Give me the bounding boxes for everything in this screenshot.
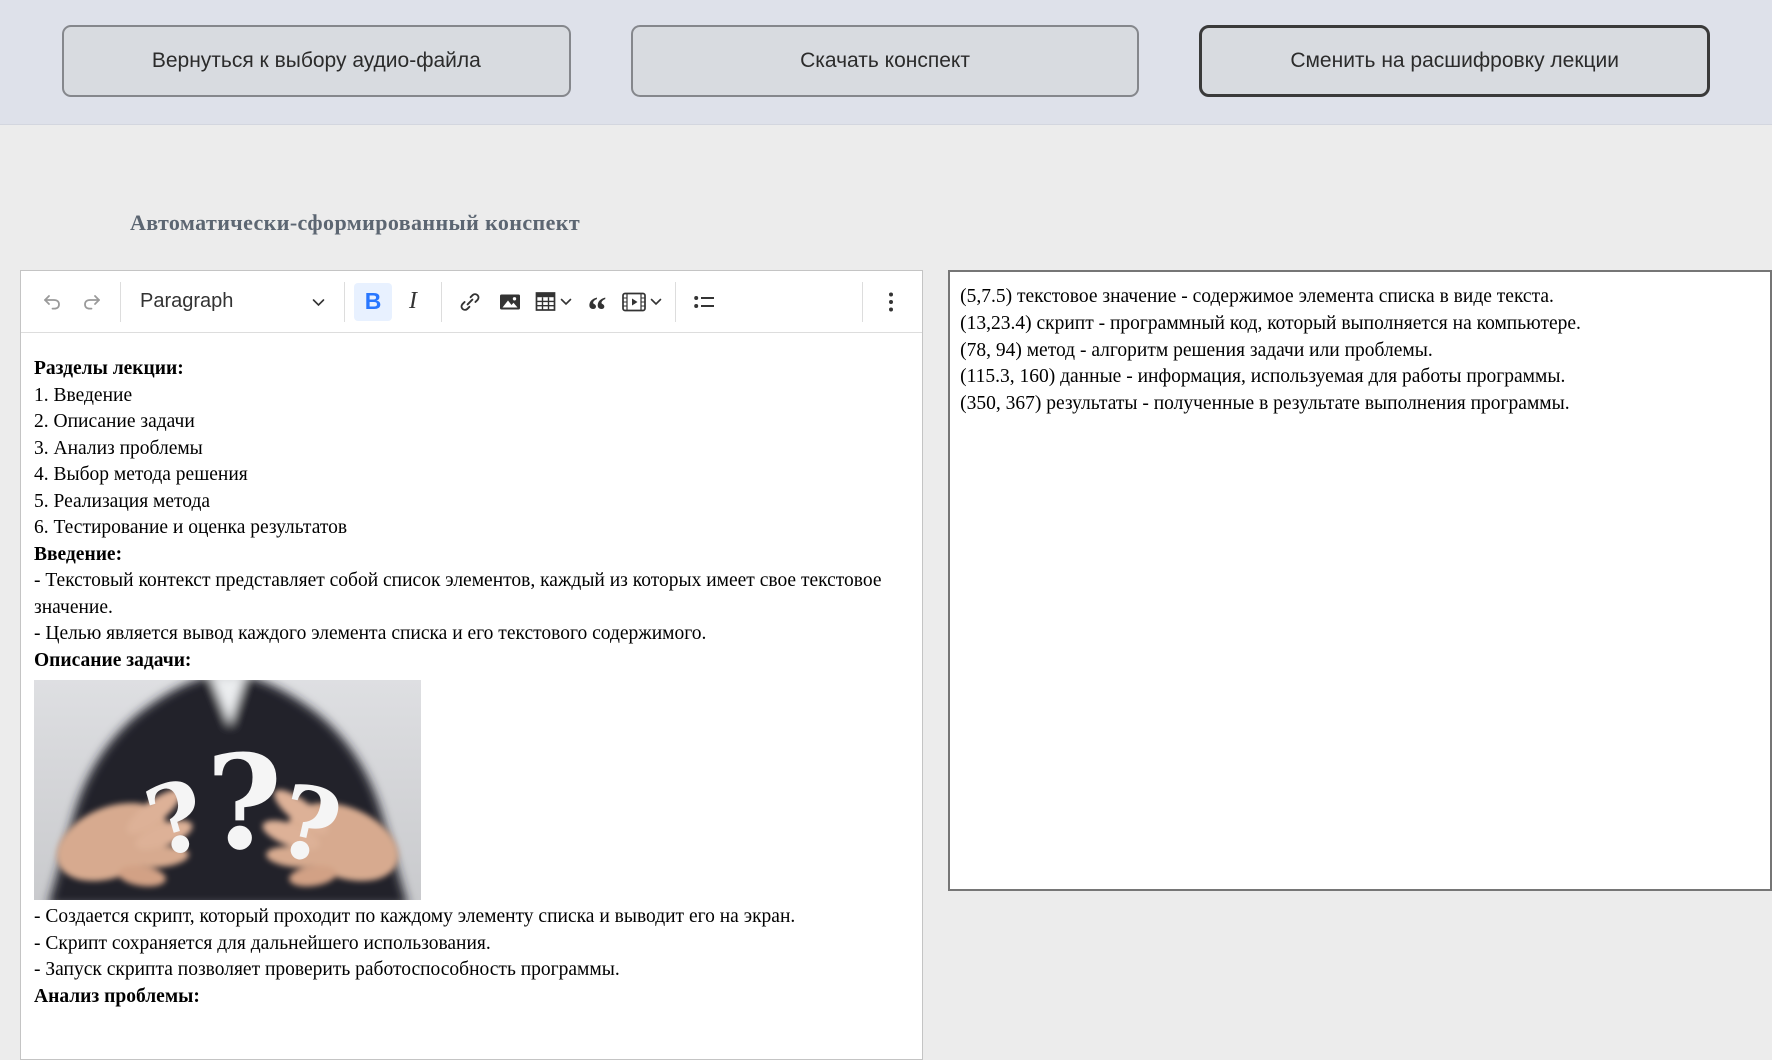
table-chevron-icon[interactable] — [560, 298, 572, 306]
page-title: Автоматически-сформированный конспект — [130, 210, 581, 235]
editor-line: 2. Описание задачи — [34, 411, 195, 432]
editor-line: - Целью является вывод каждого элемента … — [34, 623, 707, 644]
editor-line: - Создается скрипт, который проходит по … — [34, 906, 796, 927]
toolbar-divider — [344, 281, 345, 322]
paragraph-style-dropdown[interactable]: Paragraph — [130, 282, 335, 322]
paragraph-style-label: Paragraph — [140, 290, 234, 312]
content-image-question-marks: ? ? ? — [34, 680, 421, 900]
transcript-textarea[interactable]: (5,7.5) текстовое значение - содержимое … — [948, 270, 1772, 891]
editor-toolbar: Paragraph B I “ — [21, 271, 923, 333]
toolbar-divider — [862, 281, 864, 322]
editor-line: 4. Выбор метода решения — [34, 464, 248, 485]
editor-line: 1. Введение — [34, 384, 133, 406]
link-icon[interactable] — [451, 283, 489, 321]
editor-line: Анализ проблемы: — [34, 985, 200, 1007]
editor-line: 6. Тестирование и оценка результатов — [34, 517, 348, 538]
editor-line: - Запуск скрипта позволяет проверить раб… — [34, 959, 620, 980]
switch-to-transcript-button[interactable]: Сменить на расшифровку лекции — [1199, 25, 1711, 97]
chevron-down-icon — [312, 290, 325, 313]
toolbar-divider — [120, 281, 121, 322]
editor-line: 3. Анализ проблемы — [34, 437, 203, 459]
toolbar-divider — [675, 281, 676, 322]
media-embed-icon[interactable] — [618, 283, 666, 321]
bulleted-list-icon[interactable] — [685, 283, 723, 321]
editor-line: 5. Реализация метода — [34, 490, 211, 512]
media-chevron-icon[interactable] — [650, 298, 662, 306]
editor-line: - Текстовый контекст представляет собой … — [34, 570, 882, 618]
undo-icon[interactable] — [33, 283, 71, 321]
block-quote-icon[interactable]: “ — [578, 283, 616, 330]
back-to-audio-button[interactable]: Вернуться к выбору аудио-файла — [62, 25, 571, 97]
insert-image-icon[interactable] — [491, 283, 529, 321]
bold-icon[interactable]: B — [354, 282, 392, 321]
rich-text-editor: Paragraph B I “ Разделы лекции: 1. Введе… — [20, 270, 924, 1060]
editor-line: Описание задачи: — [34, 649, 192, 671]
svg-text:?: ? — [206, 726, 282, 879]
topbar: Вернуться к выбору аудио-файла Скачать к… — [0, 0, 1772, 125]
main-area: Автоматически-сформированный конспект Pa… — [0, 210, 1772, 1060]
download-notes-button[interactable]: Скачать конспект — [630, 25, 1140, 97]
redo-icon[interactable] — [73, 283, 111, 321]
editor-content[interactable]: Разделы лекции: 1. Введение 2. Описание … — [21, 333, 922, 1010]
italic-icon[interactable]: I — [394, 283, 432, 321]
editor-line: Разделы лекции: — [34, 358, 184, 379]
editor-line: - Скрипт сохраняется для дальнейшего исп… — [34, 932, 491, 954]
more-options-icon[interactable] — [872, 283, 910, 321]
insert-table-icon[interactable] — [531, 283, 576, 321]
toolbar-divider — [441, 281, 442, 322]
editor-line: Введение: — [34, 543, 123, 565]
